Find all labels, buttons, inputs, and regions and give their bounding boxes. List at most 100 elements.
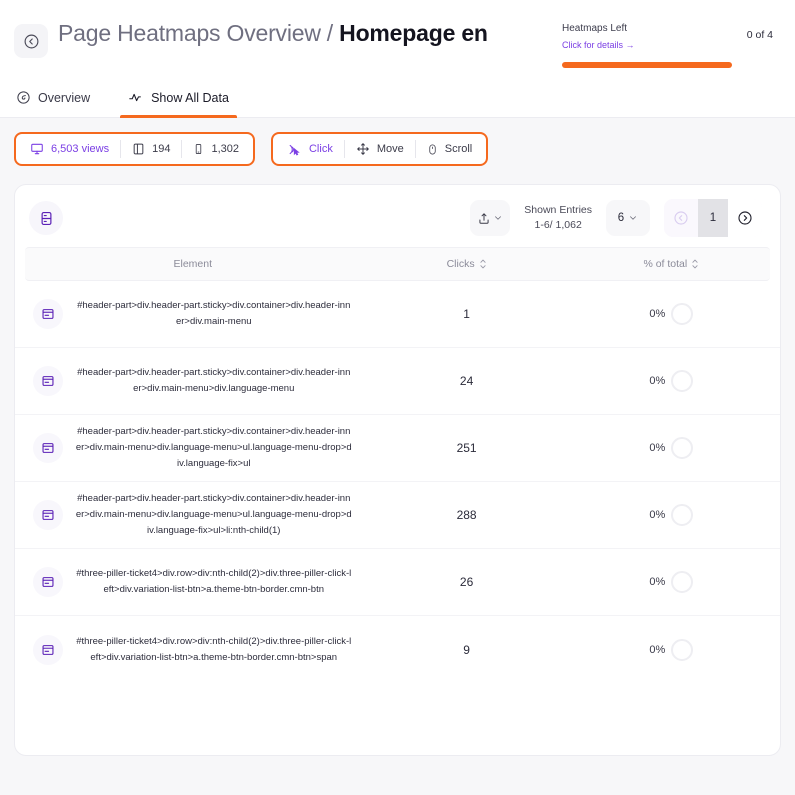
table-row[interactable]: #header-part>div.header-part.sticky>div.… — [15, 482, 780, 549]
chevron-down-icon — [628, 213, 638, 223]
table-row[interactable]: #three-piller-ticket4>div.row>div:nth-ch… — [15, 616, 780, 683]
cell-clicks: 24 — [361, 374, 573, 388]
table-row[interactable]: #header-part>div.header-part.sticky>div.… — [15, 348, 780, 415]
element-selector: #header-part>div.header-part.sticky>div.… — [67, 491, 361, 539]
device-filter-mobile[interactable]: 1,302 — [182, 136, 250, 162]
entries-per-page-value: 6 — [618, 212, 624, 224]
column-header-percent[interactable]: % of total — [573, 258, 770, 270]
interaction-filter-move-label: Move — [377, 143, 404, 155]
cell-element: #header-part>div.header-part.sticky>div.… — [25, 365, 361, 397]
mouse-scroll-icon — [427, 142, 438, 157]
cell-clicks: 9 — [361, 643, 573, 657]
table-header-row: Element Clicks % of total — [25, 247, 770, 281]
column-header-element-label: Element — [173, 258, 212, 270]
arrow-left-circle-icon — [673, 210, 689, 226]
percent-value: 0% — [649, 509, 665, 521]
cell-percent: 0% — [573, 437, 770, 459]
desktop-icon — [30, 142, 44, 156]
browser-window-icon — [33, 299, 63, 329]
interaction-filter-group: Click Move — [271, 132, 488, 166]
percent-ring — [671, 504, 693, 526]
breadcrumb-current: Homepage en — [339, 20, 488, 47]
toolbar-actions: Shown Entries 1-6/ 1,062 6 — [470, 199, 762, 237]
filters-row: 6,503 views 194 — [14, 132, 781, 166]
mobile-icon — [193, 142, 204, 156]
shown-entries-value: 1-6/ 1,062 — [524, 218, 592, 233]
interaction-filter-click[interactable]: Click — [276, 136, 344, 162]
interaction-filter-move[interactable]: Move — [345, 136, 415, 162]
sort-updown-icon — [479, 259, 487, 269]
device-filter-tablet-label: 194 — [152, 143, 170, 155]
page-header: Page Heatmaps Overview / Homepage en Hea… — [0, 0, 795, 74]
column-header-element: Element — [25, 258, 361, 270]
heatmaps-details-link[interactable]: Click for details → — [562, 39, 635, 52]
upload-export-icon — [477, 211, 491, 226]
column-header-percent-label: % of total — [643, 258, 687, 270]
heatmaps-left-label: Heatmaps Left — [562, 22, 635, 35]
database-icon-wrap — [29, 201, 63, 235]
click-tap-icon — [287, 142, 302, 157]
breadcrumb: Page Heatmaps Overview / Homepage en — [58, 20, 488, 47]
cell-percent: 0% — [573, 303, 770, 325]
pagination: 1 — [664, 199, 762, 237]
shown-entries: Shown Entries 1-6/ 1,062 — [524, 203, 592, 233]
percent-ring — [671, 437, 693, 459]
data-table-card: Shown Entries 1-6/ 1,062 6 — [14, 184, 781, 756]
interaction-filter-click-label: Click — [309, 143, 333, 155]
element-selector: #header-part>div.header-part.sticky>div.… — [67, 365, 361, 397]
pagination-prev-button[interactable] — [664, 199, 698, 237]
column-header-clicks[interactable]: Clicks — [361, 258, 573, 270]
cell-clicks: 288 — [361, 508, 573, 522]
arrow-right-circle-icon — [737, 210, 753, 226]
device-filter-mobile-label: 1,302 — [211, 143, 239, 155]
percent-value: 0% — [649, 442, 665, 454]
move-arrows-icon — [356, 142, 370, 156]
browser-window-icon — [33, 433, 63, 463]
percent-value: 0% — [649, 644, 665, 656]
cell-element: #header-part>div.header-part.sticky>div.… — [25, 298, 361, 330]
percent-ring — [671, 639, 693, 661]
device-filter-tablet[interactable]: 194 — [121, 136, 181, 162]
cell-percent: 0% — [573, 639, 770, 661]
cell-element: #header-part>div.header-part.sticky>div.… — [25, 424, 361, 472]
browser-window-icon — [33, 500, 63, 530]
breadcrumb-separator: / — [327, 20, 333, 47]
entries-per-page-select[interactable]: 6 — [606, 200, 650, 236]
element-selector: #three-piller-ticket4>div.row>div:nth-ch… — [67, 566, 361, 598]
pagination-next-button[interactable] — [728, 199, 762, 237]
interaction-filter-scroll[interactable]: Scroll — [416, 136, 484, 162]
activity-pulse-icon — [128, 90, 144, 105]
heatmaps-left-progress-bar — [562, 62, 732, 68]
table-toolbar: Shown Entries 1-6/ 1,062 6 — [15, 185, 780, 247]
cell-element: #header-part>div.header-part.sticky>div.… — [25, 491, 361, 539]
cell-clicks: 26 — [361, 575, 573, 589]
cell-clicks: 251 — [361, 441, 573, 455]
percent-ring — [671, 370, 693, 392]
page-root: Page Heatmaps Overview / Homepage en Hea… — [0, 0, 795, 795]
chevron-down-icon — [493, 213, 503, 223]
device-filter-desktop[interactable]: 6,503 views — [19, 136, 120, 162]
tab-show-all-data[interactable]: Show All Data — [120, 90, 237, 117]
browser-window-icon — [33, 567, 63, 597]
export-button[interactable] — [470, 200, 510, 236]
cell-percent: 0% — [573, 504, 770, 526]
database-icon — [39, 210, 54, 227]
table-row[interactable]: #header-part>div.header-part.sticky>div.… — [15, 415, 780, 482]
percent-value: 0% — [649, 576, 665, 588]
cell-element: #three-piller-ticket4>div.row>div:nth-ch… — [25, 566, 361, 598]
heatmaps-left-widget: Heatmaps Left Click for details → 0 of 4 — [562, 20, 777, 68]
tab-overview[interactable]: Overview — [8, 90, 98, 117]
cell-percent: 0% — [573, 370, 770, 392]
percent-ring — [671, 571, 693, 593]
sort-updown-icon — [691, 259, 699, 269]
pagination-current-page[interactable]: 1 — [698, 199, 728, 237]
device-filter-desktop-label: 6,503 views — [51, 143, 109, 155]
table-row[interactable]: #three-piller-ticket4>div.row>div:nth-ch… — [15, 549, 780, 616]
browser-window-icon — [33, 366, 63, 396]
tab-show-all-data-label: Show All Data — [151, 91, 229, 105]
table-row[interactable]: #header-part>div.header-part.sticky>div.… — [15, 281, 780, 348]
tab-bar: Overview Show All Data — [0, 74, 795, 118]
percent-ring — [671, 303, 693, 325]
back-button[interactable] — [14, 24, 48, 58]
cell-percent: 0% — [573, 571, 770, 593]
